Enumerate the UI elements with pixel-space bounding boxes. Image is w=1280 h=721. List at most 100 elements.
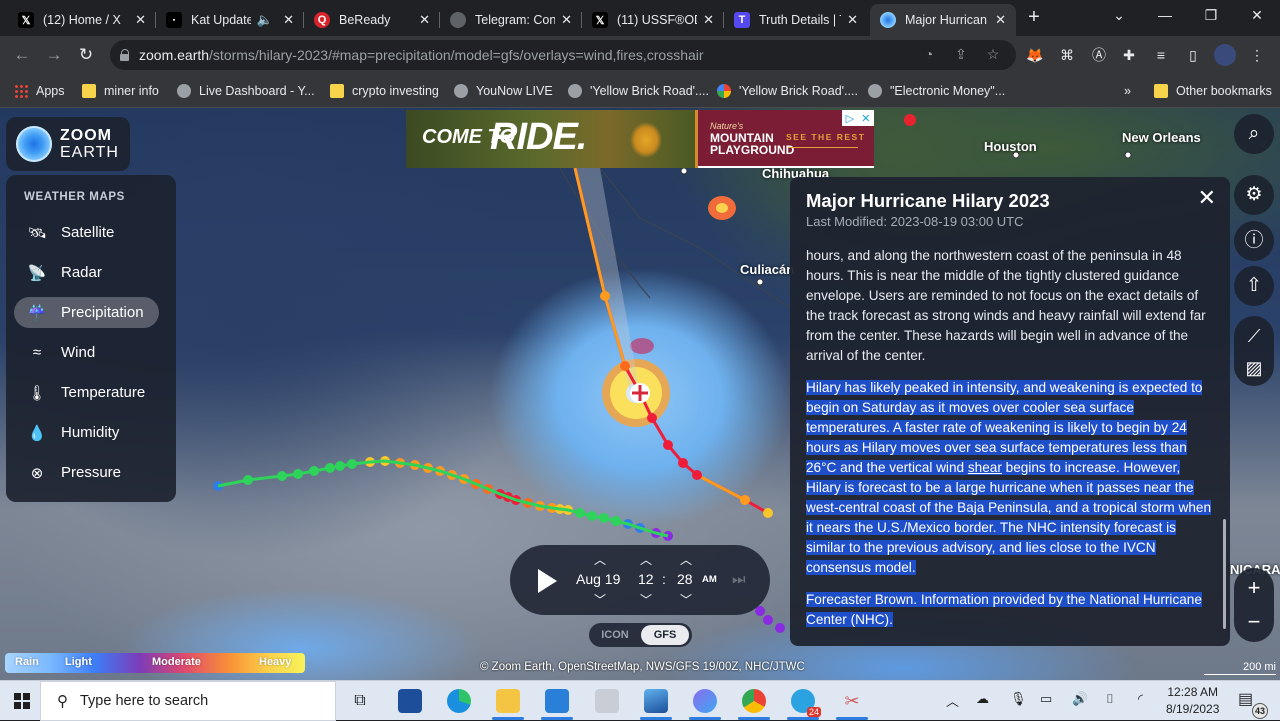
forecast-point[interactable] — [763, 615, 773, 625]
reload-button[interactable]: ↻ — [74, 44, 98, 68]
restore-button[interactable]: ❐ — [1188, 0, 1234, 32]
bookmark-star-icon[interactable]: ☆ — [982, 43, 1004, 65]
task-view-icon[interactable]: ⧉ — [348, 689, 372, 713]
extensions-puzzle-icon[interactable]: ✚ — [1118, 44, 1140, 66]
forecast-point[interactable] — [620, 361, 630, 371]
model-icon-option[interactable]: ICON — [593, 625, 637, 645]
performance-icon[interactable]: ◔ — [918, 43, 940, 65]
address-bar[interactable]: zoom.earth/storms/hilary-2023/#map=preci… — [110, 40, 1016, 70]
ad-cta-link[interactable]: SEE THE REST — [786, 132, 865, 142]
onedrive-offline-icon[interactable]: ☁ — [976, 691, 989, 707]
forecast-point[interactable] — [678, 458, 688, 468]
hour-up-chevron-icon[interactable]: ︿ — [640, 551, 652, 568]
play-button[interactable] — [538, 569, 557, 593]
hour-field[interactable]: 12 — [638, 571, 654, 587]
close-tab-icon[interactable]: ✕ — [995, 12, 1006, 28]
share-icon[interactable]: ⇪ — [950, 43, 972, 65]
panel-scrollbar[interactable] — [1223, 519, 1226, 629]
close-tab-icon[interactable]: ✕ — [561, 12, 572, 28]
bookmark-yellow-brick-road-2[interactable]: 'Yellow Brick Road'.... — [717, 81, 858, 101]
wifi-icon[interactable]: ◜ — [1138, 691, 1143, 707]
chrome-menu-icon[interactable]: ⋮ — [1246, 44, 1268, 66]
close-tab-icon[interactable]: ✕ — [135, 12, 146, 28]
chrome-icon[interactable] — [742, 689, 766, 713]
battery-icon[interactable]: ▭ — [1040, 691, 1052, 707]
skip-to-now-icon[interactable]: ⏭ — [732, 571, 746, 588]
close-tab-icon[interactable]: ✕ — [419, 12, 430, 28]
notification-center-button[interactable]: ▤ 43 — [1238, 689, 1268, 719]
bookmark-apps[interactable]: Apps — [14, 81, 65, 101]
map-layer-wind[interactable]: ≈ Wind — [14, 337, 159, 368]
forecast-point[interactable] — [740, 495, 750, 505]
map-layer-humidity[interactable]: 💧 Humidity — [14, 417, 159, 448]
search-button[interactable]: ⌕ — [1234, 114, 1274, 154]
date-down-chevron-icon[interactable]: ﹀ — [594, 591, 606, 608]
zoom-earth-logo[interactable]: ZOOM EARTH — [6, 117, 130, 171]
new-tab-button[interactable]: + — [1022, 6, 1046, 30]
metamask-extension-icon[interactable]: 🦊 — [1024, 44, 1046, 66]
extension-icon[interactable]: ⌘ — [1056, 44, 1078, 66]
close-window-button[interactable]: ✕ — [1234, 0, 1280, 32]
show-hidden-icons-chevron[interactable]: ︿ — [946, 691, 959, 710]
tab-truth-details[interactable]: T Truth Details | T ✕ — [724, 4, 868, 36]
bookmark-younow[interactable]: YouNow LIVE — [454, 81, 553, 101]
telegram-icon[interactable]: 24 — [791, 689, 821, 717]
forecast-point[interactable] — [775, 623, 785, 633]
map-layer-precipitation[interactable]: ☔ Precipitation — [14, 297, 159, 328]
forecast-point[interactable] — [647, 413, 657, 423]
volume-icon[interactable]: 🔊 — [1072, 691, 1088, 707]
share-button[interactable]: ⇧ — [1234, 266, 1274, 306]
bookmark-live-dashboard[interactable]: Live Dashboard - Y... — [177, 81, 315, 101]
bookmark-miner-info[interactable]: miner info — [82, 81, 159, 101]
bookmark-crypto-investing[interactable]: crypto investing — [330, 81, 439, 101]
close-tab-icon[interactable]: ✕ — [283, 12, 294, 28]
minute-up-chevron-icon[interactable]: ︿ — [680, 551, 692, 568]
bookmark-electronic-money[interactable]: "Electronic Money"... — [868, 81, 1005, 101]
profile-avatar[interactable] — [1214, 44, 1236, 66]
windows-start-button[interactable] — [14, 693, 30, 709]
camera-icon[interactable]: ⌷ — [1106, 691, 1114, 707]
file-explorer-icon[interactable] — [496, 689, 520, 713]
close-ad-icon[interactable]: ✕ — [861, 112, 870, 125]
media-queue-icon[interactable]: ≡ — [1150, 44, 1172, 66]
snipping-tool-icon[interactable]: ✂ — [840, 689, 864, 713]
close-tab-icon[interactable]: ✕ — [703, 12, 714, 28]
map-layer-radar[interactable]: 📡 Radar — [14, 257, 159, 288]
tab-search-chevron-icon[interactable]: ⌄ — [1096, 0, 1142, 32]
tab-ussf[interactable]: 𝕏 (11) USSF®OD ✕ — [582, 4, 724, 36]
date-field[interactable]: Aug 19 — [576, 571, 620, 587]
map-layer-temperature[interactable]: 🌡 Temperature — [14, 377, 159, 408]
measure-area-button[interactable]: ▨ — [1234, 350, 1274, 386]
model-gfs-option[interactable]: GFS — [641, 625, 689, 645]
map-layer-satellite[interactable]: 🛰 Satellite — [14, 217, 159, 248]
close-panel-button[interactable]: ✕ — [1198, 185, 1216, 211]
fire-marker-icon[interactable] — [904, 114, 916, 126]
info-button[interactable]: ⓘ — [1234, 221, 1274, 261]
extension-a-icon[interactable]: Ⓐ — [1088, 44, 1110, 66]
forecast-point[interactable] — [692, 470, 702, 480]
bookmarks-overflow-button[interactable]: » — [1124, 81, 1131, 101]
map-attribution[interactable]: © Zoom Earth, OpenStreetMap, NWS/GFS 19/… — [480, 661, 805, 673]
forecast-point[interactable] — [600, 291, 610, 301]
edge-browser-icon[interactable] — [447, 689, 471, 713]
forecast-point[interactable] — [763, 508, 773, 518]
vpn-app-icon[interactable] — [693, 689, 717, 713]
bookmark-other[interactable]: Other bookmarks — [1154, 81, 1272, 101]
side-panel-icon[interactable]: ▯ — [1182, 44, 1204, 66]
microsoft-store-icon[interactable] — [398, 689, 422, 713]
minimize-button[interactable]: — — [1142, 0, 1188, 32]
tab-telegram[interactable]: Telegram: Cont ✕ — [440, 4, 582, 36]
minute-down-chevron-icon[interactable]: ﹀ — [680, 591, 692, 608]
map-layer-pressure[interactable]: ⊗ Pressure — [14, 457, 159, 488]
minute-field[interactable]: 28 — [677, 571, 693, 587]
mail-icon[interactable] — [545, 689, 569, 713]
zoom-in-button[interactable]: + — [1234, 570, 1274, 606]
forecast-point[interactable] — [663, 440, 673, 450]
zoom-out-button[interactable]: − — [1234, 604, 1274, 640]
taskbar-search-box[interactable]: ⚲ Type here to search — [40, 681, 336, 721]
notepad-icon[interactable] — [595, 689, 619, 713]
back-button[interactable]: ← — [10, 44, 34, 68]
speaker-icon[interactable]: 🔈 — [257, 12, 273, 28]
measure-distance-button[interactable]: ⟋ — [1234, 318, 1274, 354]
hour-down-chevron-icon[interactable]: ﹀ — [640, 591, 652, 608]
